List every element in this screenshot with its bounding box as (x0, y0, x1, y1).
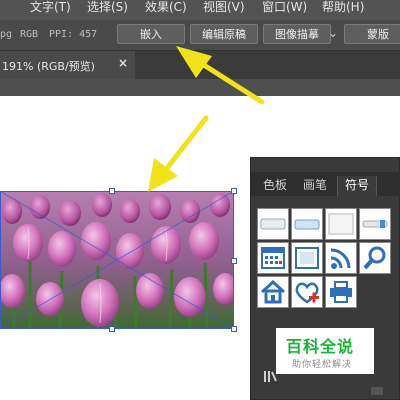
button-blank-icon[interactable] (325, 208, 357, 240)
document-tab-bar: 191% (RGB/预览) × (0, 51, 400, 79)
color-mode-label: RGB (20, 29, 39, 40)
tulip-photo (0, 191, 234, 329)
printer-icon[interactable] (325, 276, 357, 308)
tab-symbols[interactable]: 符号 (337, 176, 377, 196)
mask-button[interactable]: 蒙版 (344, 24, 400, 44)
magnifier-icon[interactable] (359, 242, 391, 274)
close-icon[interactable]: × (118, 56, 128, 70)
film-frame-icon[interactable] (291, 242, 323, 274)
selection-handle-right[interactable] (231, 258, 237, 264)
watermark-logo: 百科全说 助你轻松解决 (276, 328, 374, 374)
image-trace-button[interactable]: 图像描摹 (263, 24, 331, 44)
menu-help[interactable]: 帮助(H) (322, 0, 364, 14)
selection-handle-bottom[interactable] (109, 326, 115, 332)
ppi-label: PPI: 457 (49, 29, 98, 40)
tab-brushes[interactable]: 画笔 (297, 176, 333, 196)
menu-type[interactable]: 文字(T) (30, 0, 71, 14)
menu-bar: 文字(T) 选择(S) 效果(C) 视图(V) 窗口(W) 帮助(H) (0, 0, 400, 20)
menu-select[interactable]: 选择(S) (87, 0, 128, 14)
embed-button[interactable]: 嵌入 (117, 24, 185, 44)
home-icon[interactable] (257, 276, 289, 308)
button-bar-icon[interactable] (291, 208, 323, 240)
placed-image[interactable] (0, 191, 234, 329)
rss-feed-icon[interactable] (325, 242, 357, 274)
selection-handle-bottom-right[interactable] (231, 326, 237, 332)
edit-original-button[interactable]: 编辑原稿 (190, 24, 258, 44)
watermark-sub-text: 助你轻松解决 (292, 360, 353, 370)
button-plain-icon[interactable] (257, 208, 289, 240)
tab-swatches[interactable]: 色板 (257, 176, 293, 196)
panel-options-icon[interactable] (371, 380, 383, 395)
document-tab[interactable]: 191% (RGB/预览) × (0, 51, 135, 79)
menu-effect[interactable]: 效果(C) (145, 0, 187, 14)
panel-tab-strip: 色板 画笔 符号 (251, 172, 400, 196)
file-name-fragment: pg (0, 29, 13, 40)
symbol-library-icon[interactable] (263, 368, 277, 382)
watermark-main-text: 百科全说 (286, 337, 355, 356)
image-trace-dropdown-chevron-icon[interactable]: ⌄ (328, 26, 338, 40)
menu-view[interactable]: 视图(V) (203, 0, 245, 14)
slider-icon[interactable] (359, 208, 391, 240)
menu-window[interactable]: 窗口(W) (262, 0, 307, 14)
calendar-icon[interactable] (257, 242, 289, 274)
pasteboard-strip (0, 79, 400, 96)
document-tab-title: 191% (RGB/预览) (2, 60, 95, 73)
heart-plus-icon[interactable] (291, 276, 323, 308)
selection-handle-top[interactable] (109, 188, 115, 194)
control-bar: pg RGB PPI: 457 嵌入 编辑原稿 图像描摹 ⌄ 蒙版 (0, 20, 400, 51)
selection-handle-top-right[interactable] (231, 188, 237, 194)
